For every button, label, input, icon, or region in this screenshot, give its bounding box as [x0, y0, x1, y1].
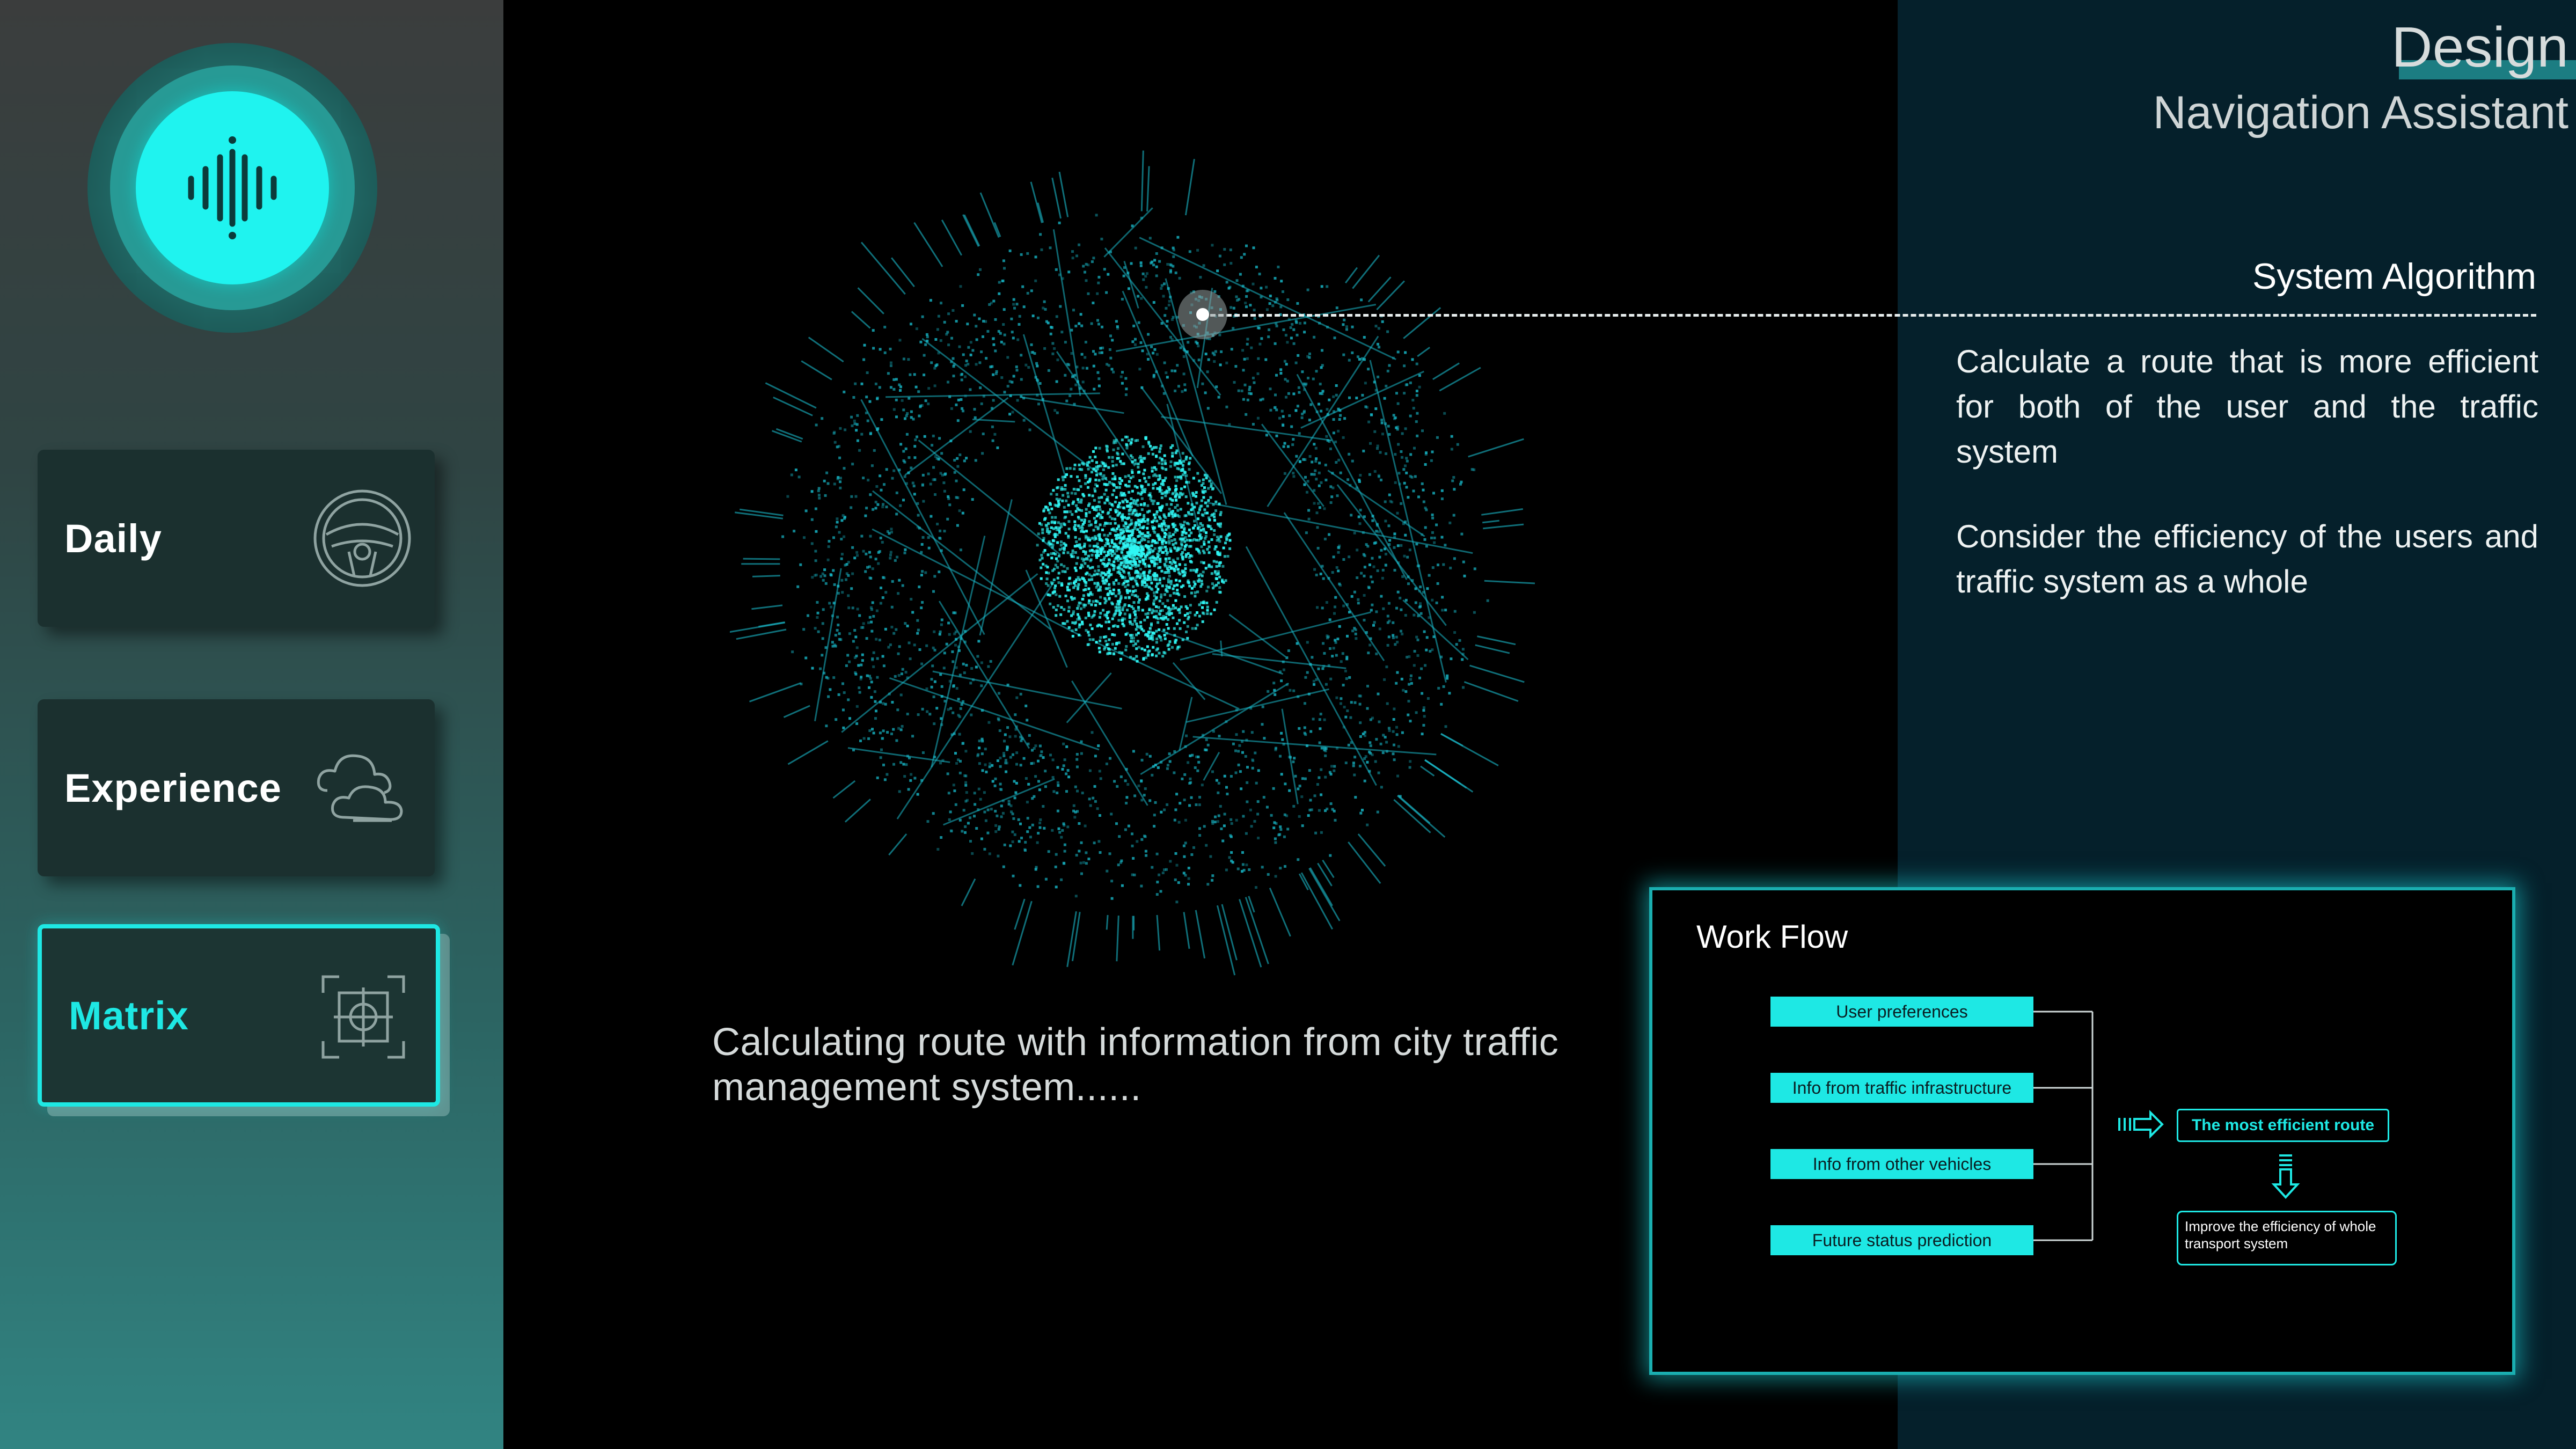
steering-wheel-icon [313, 489, 411, 587]
sidebar-item-daily[interactable]: Daily [38, 450, 435, 627]
workflow-input: User preferences [1770, 997, 2033, 1027]
arrow-right-icon [2118, 1110, 2164, 1139]
sphere-particles [730, 150, 1535, 976]
sidebar-item-label: Daily [64, 516, 162, 561]
page-title: Design [2391, 16, 2568, 79]
status-message: Calculating route with information from … [712, 1021, 1559, 1109]
voice-waveform-icon [188, 136, 277, 239]
traffic-data-sphere [730, 150, 1535, 976]
workflow-input: Future status prediction [1770, 1225, 2033, 1255]
workflow-result: The most efficient route [2177, 1109, 2389, 1142]
algorithm-description: Calculate a route that is more efficient… [1956, 343, 2538, 470]
workflow-outcome: Improve the efficiency of whole transpor… [2177, 1211, 2397, 1265]
workflow-title: Work Flow [1696, 919, 1848, 955]
page-subtitle: Navigation Assistant [2153, 87, 2568, 138]
sidebar: Daily Experience Matrix [0, 0, 503, 1449]
sphere-marker-dot [1196, 308, 1209, 321]
sidebar-item-label: Matrix [69, 993, 189, 1038]
sidebar-item-matrix[interactable]: Matrix [38, 924, 440, 1107]
arrow-down-icon [2271, 1154, 2300, 1199]
callout-dashed-line [1202, 314, 2536, 317]
workflow-input: Info from traffic infrastructure [1770, 1073, 2033, 1103]
algorithm-description: Consider the efficiency of the users and… [1956, 518, 2538, 599]
sidebar-item-label: Experience [64, 765, 282, 810]
workflow-panel: Work Flow User preferences Info from tra… [1649, 887, 2515, 1375]
voice-assistant-button[interactable] [87, 43, 377, 333]
algorithm-heading: System Algorithm [2252, 256, 2536, 297]
target-crosshair-icon [321, 975, 405, 1059]
workflow-input: Info from other vehicles [1770, 1149, 2033, 1179]
sidebar-item-experience[interactable]: Experience [38, 699, 435, 876]
cloud-icon [317, 754, 403, 822]
